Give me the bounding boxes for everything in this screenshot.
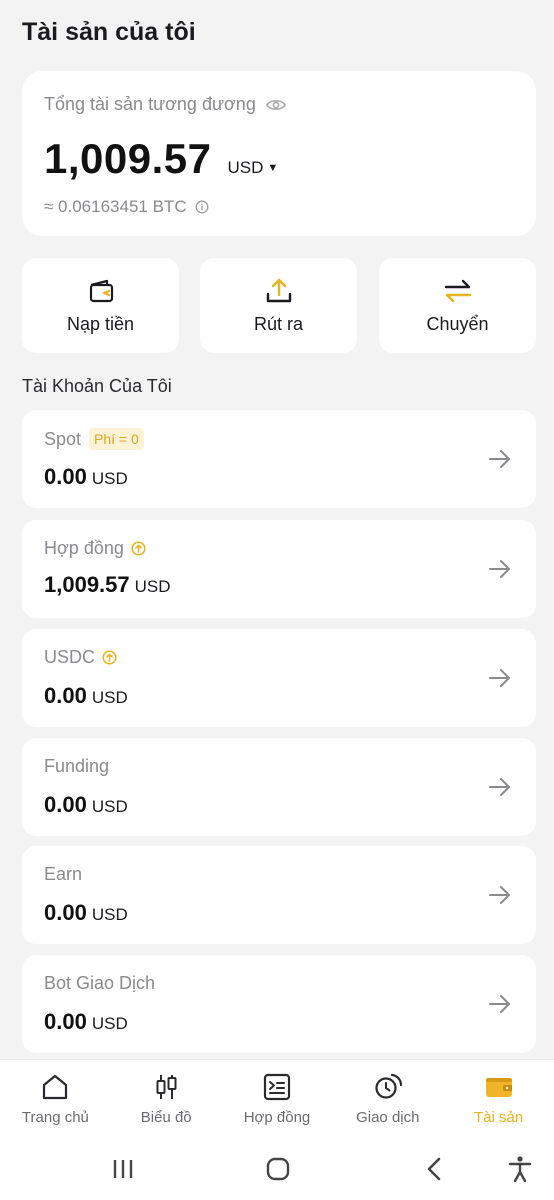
arrow-right-icon [489,450,510,468]
trade-icon [375,1073,402,1099]
recent-apps-icon[interactable] [107,1153,139,1185]
account-card-trading-bot[interactable]: Bot Giao Dịch 0.00 USD [22,955,536,1053]
account-name: Spot [44,428,82,449]
upgrade-icon [102,650,117,665]
nav-label: Trang chủ [21,1109,89,1126]
nav-item-futures[interactable]: Hợp đồng [222,1060,333,1139]
account-name-row: Earn [44,864,82,885]
account-name: Earn [44,864,83,884]
account-card-usdc[interactable]: USDC 0.00 USD [22,629,536,727]
deposit-label: Nạp tiền [66,314,135,334]
wallet-icon [485,1078,512,1097]
transfer-button[interactable]: Chuyển [379,258,536,353]
nav-label: Biểu đồ [140,1109,192,1126]
account-name-row: Spot Phí = 0 [44,428,144,450]
transfer-arrows-icon [444,279,471,303]
btc-row: ≈ 0.06163451 BTC [44,197,209,217]
account-card-funding[interactable]: Funding 0.00 USD [22,738,536,836]
nav-item-assets[interactable]: Tài sản [443,1060,554,1139]
account-amount-row: 0.00 USD [44,792,128,818]
account-currency: USD [134,577,171,596]
nav-label: Giao dịch [356,1109,420,1126]
account-amount: 0.00 [44,464,87,489]
upload-icon [266,278,291,303]
account-amount: 0.00 [44,900,87,925]
bottom-nav: Trang chủ Biểu đồ Hợp đồng Giao dịch Tài… [0,1059,554,1139]
account-name-row: Bot Giao Dịch [44,973,155,994]
home-icon [43,1074,68,1100]
account-amount: 0.00 [44,792,87,817]
account-name-row: Hợp đồng [44,538,146,559]
candlestick-icon [156,1075,177,1099]
info-icon[interactable] [195,200,209,214]
account-name-row: USDC [44,647,117,668]
account-currency: USD [91,797,128,816]
arrow-right-icon [489,886,510,904]
account-name: Funding [44,756,110,776]
arrow-right-icon [489,778,510,796]
account-card-spot[interactable]: Spot Phí = 0 0.00 USD [22,410,536,508]
account-name: USDC [44,647,96,667]
fee-badge: Phí = 0 [89,428,144,450]
account-name-row: Funding [44,756,109,777]
account-amount: 0.00 [44,683,87,708]
account-currency: USD [91,1014,128,1033]
page-title: Tài sản của tôi [22,18,196,46]
nav-item-trade[interactable]: Giao dịch [332,1060,443,1139]
account-amount-row: 1,009.57 USD [44,572,171,598]
back-icon[interactable] [419,1153,451,1185]
futures-icon [263,1073,291,1101]
nav-item-home[interactable]: Trang chủ [0,1060,111,1139]
nav-label: Tài sản [473,1109,524,1126]
arrow-right-icon [489,560,510,578]
arrow-right-icon [489,669,510,687]
account-currency: USD [91,688,128,707]
account-currency: USD [91,469,128,488]
account-card-futures[interactable]: Hợp đồng 1,009.57 USD [22,520,536,618]
withdraw-button[interactable]: Rút ra [200,258,357,353]
caret-down-icon: ▼ [267,162,279,174]
system-navigation-bar [0,1139,554,1200]
total-assets-value: 1,009.57 [44,135,212,182]
accounts-section-title: Tài Khoản Của Tôi [22,376,172,396]
btc-equivalent: ≈ 0.06163451 BTC [44,197,187,216]
nav-label: Hợp đồng [243,1109,311,1126]
account-name: Hợp đồng [44,538,124,558]
total-value-row: 1,009.57 USD ▼ [44,135,278,183]
total-assets-label: Tổng tài sản tương đương [44,94,256,114]
accessibility-icon[interactable] [504,1153,536,1185]
account-amount-row: 0.00 USD [44,900,128,926]
currency-label: USD [227,158,264,177]
deposit-button[interactable]: Nạp tiền [22,258,179,353]
upgrade-icon [131,541,146,556]
account-card-earn[interactable]: Earn 0.00 USD [22,846,536,944]
currency-selector[interactable]: USD ▼ [228,158,279,178]
home-button-icon[interactable] [262,1153,294,1185]
account-amount-row: 0.00 USD [44,1009,128,1035]
account-amount: 1,009.57 [44,572,130,597]
deposit-wallet-icon [89,279,113,303]
nav-item-charts[interactable]: Biểu đồ [111,1060,222,1139]
total-label-row: Tổng tài sản tương đương [44,94,286,115]
arrow-right-icon [489,995,510,1013]
withdraw-label: Rút ra [253,314,304,334]
eye-icon[interactable] [265,98,286,112]
account-amount-row: 0.00 USD [44,464,128,490]
transfer-label: Chuyển [426,314,489,334]
account-name: Bot Giao Dịch [44,973,156,993]
account-amount-row: 0.00 USD [44,683,128,709]
account-amount: 0.00 [44,1009,87,1034]
account-currency: USD [91,905,128,924]
